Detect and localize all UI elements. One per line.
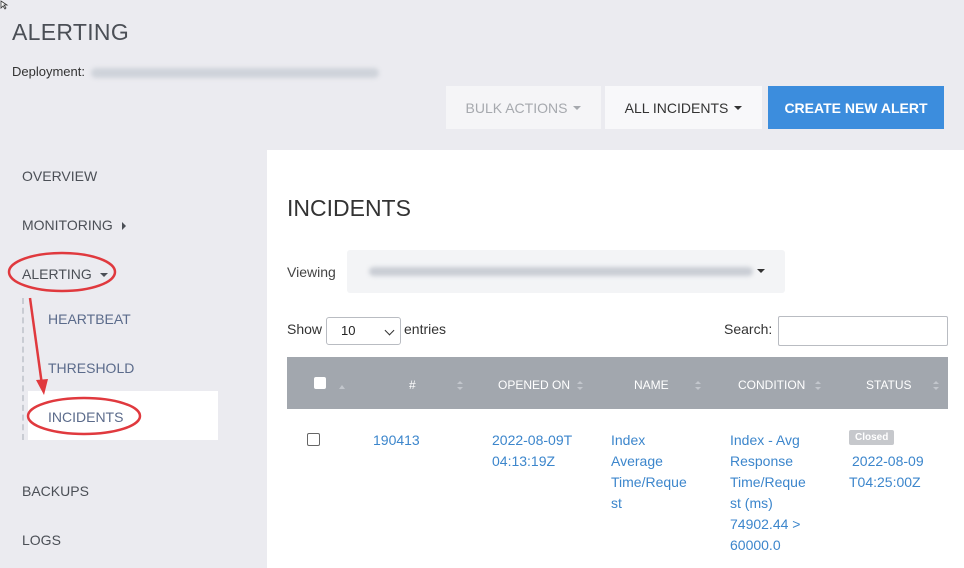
deployment-label: Deployment: (12, 64, 85, 79)
name-line: st (611, 495, 622, 511)
condition-link[interactable]: Index - Avg Response Time/Reque st (ms) … (730, 430, 806, 556)
sidebar-item-incidents[interactable]: INCIDENTS (48, 409, 123, 425)
condition-line: Index - Avg (730, 432, 800, 448)
sort-icon[interactable] (457, 381, 463, 391)
deployment-id-redacted (90, 67, 379, 78)
sidebar-item-label: MONITORING (22, 217, 113, 233)
sidebar-item-backups[interactable]: BACKUPS (22, 483, 89, 499)
column-header-opened-on[interactable]: OPENED ON (498, 378, 570, 392)
sort-icon[interactable] (933, 381, 939, 391)
condition-line: 74902.44 > (730, 516, 801, 532)
condition-line: st (ms) (730, 495, 773, 511)
opened-on-link[interactable]: 2022-08-09T 04:13:19Z (492, 430, 572, 472)
page-title: ALERTING (12, 19, 130, 45)
sidebar-item-label: ALERTING (22, 266, 92, 282)
caret-down-icon (573, 105, 582, 110)
name-line: Average (611, 453, 663, 469)
sidebar-item-threshold[interactable]: THRESHOLD (48, 360, 134, 376)
caret-down-icon (757, 269, 765, 273)
content-title: INCIDENTS (287, 195, 411, 221)
closed-on-line: 2022-08-09 (852, 453, 924, 469)
all-incidents-label: ALL INCIDENTS (624, 99, 729, 116)
sidebar-item-alerting[interactable]: ALERTING (22, 266, 108, 282)
sort-icon[interactable] (339, 385, 345, 389)
sidebar: OVERVIEW MONITORING ALERTING HEARTBEAT T… (0, 150, 267, 568)
select-all-checkbox[interactable] (314, 377, 326, 389)
bulk-actions-button[interactable]: BULK ACTIONS (446, 86, 601, 129)
viewing-select[interactable] (347, 250, 785, 293)
condition-line: 60000.0 (730, 537, 781, 553)
column-header-condition[interactable]: CONDITION (738, 378, 805, 392)
caret-down-icon (734, 105, 743, 110)
search-label: Search: (724, 321, 773, 337)
row-checkbox[interactable] (307, 433, 320, 446)
sidebar-item-overview[interactable]: OVERVIEW (22, 168, 97, 184)
incident-name-link[interactable]: Index Average Time/Reque st (611, 430, 687, 514)
bulk-actions-label: BULK ACTIONS (465, 99, 568, 116)
viewing-value-redacted (369, 267, 753, 276)
table-header: # OPENED ON NAME CONDITION STATUS (287, 357, 948, 409)
entries-per-page-value: 10 (341, 323, 356, 338)
caret-right-icon (121, 222, 126, 231)
name-line: Index (611, 432, 646, 448)
sort-icon[interactable] (815, 381, 821, 391)
deployment-info: Deployment: (12, 64, 379, 79)
column-header-number[interactable]: # (409, 378, 416, 392)
column-header-name[interactable]: NAME (634, 378, 669, 392)
condition-line: Time/Reque (730, 474, 806, 490)
cursor-icon (0, 0, 9, 10)
sort-icon[interactable] (577, 381, 583, 391)
name-line: Time/Reque (611, 474, 687, 490)
entries-label: entries (404, 321, 447, 337)
chevron-down-icon (384, 325, 395, 336)
search-input[interactable] (778, 316, 948, 346)
sidebar-item-monitoring[interactable]: MONITORING (22, 217, 126, 233)
sort-icon[interactable] (695, 381, 701, 391)
condition-line: Response (730, 453, 794, 469)
opened-on-line: 2022-08-09T (492, 432, 573, 448)
sidebar-item-heartbeat[interactable]: HEARTBEAT (48, 311, 131, 327)
all-incidents-button[interactable]: ALL INCIDENTS (605, 86, 762, 129)
entries-per-page-select[interactable]: 10 (326, 317, 401, 345)
column-header-status[interactable]: STATUS (866, 378, 912, 392)
closed-on-link[interactable]: 2022-08-09 T04:25:00Z (849, 451, 924, 493)
sidebar-item-logs[interactable]: LOGS (22, 532, 61, 548)
submenu-guide-line (22, 298, 24, 440)
status-badge: Closed (849, 430, 895, 445)
show-label: Show (287, 321, 323, 337)
incident-number-link[interactable]: 190413 (373, 430, 420, 451)
caret-down-icon (99, 273, 108, 278)
closed-on-line: T04:25:00Z (849, 474, 921, 490)
main-content: INCIDENTS Viewing Show 10 entries Search… (267, 150, 964, 568)
create-new-alert-button[interactable]: CREATE NEW ALERT (768, 86, 944, 129)
viewing-label: Viewing (287, 264, 336, 280)
opened-on-line: 04:13:19Z (492, 453, 556, 469)
toolbar: BULK ACTIONS ALL INCIDENTS CREATE NEW AL… (446, 86, 944, 129)
